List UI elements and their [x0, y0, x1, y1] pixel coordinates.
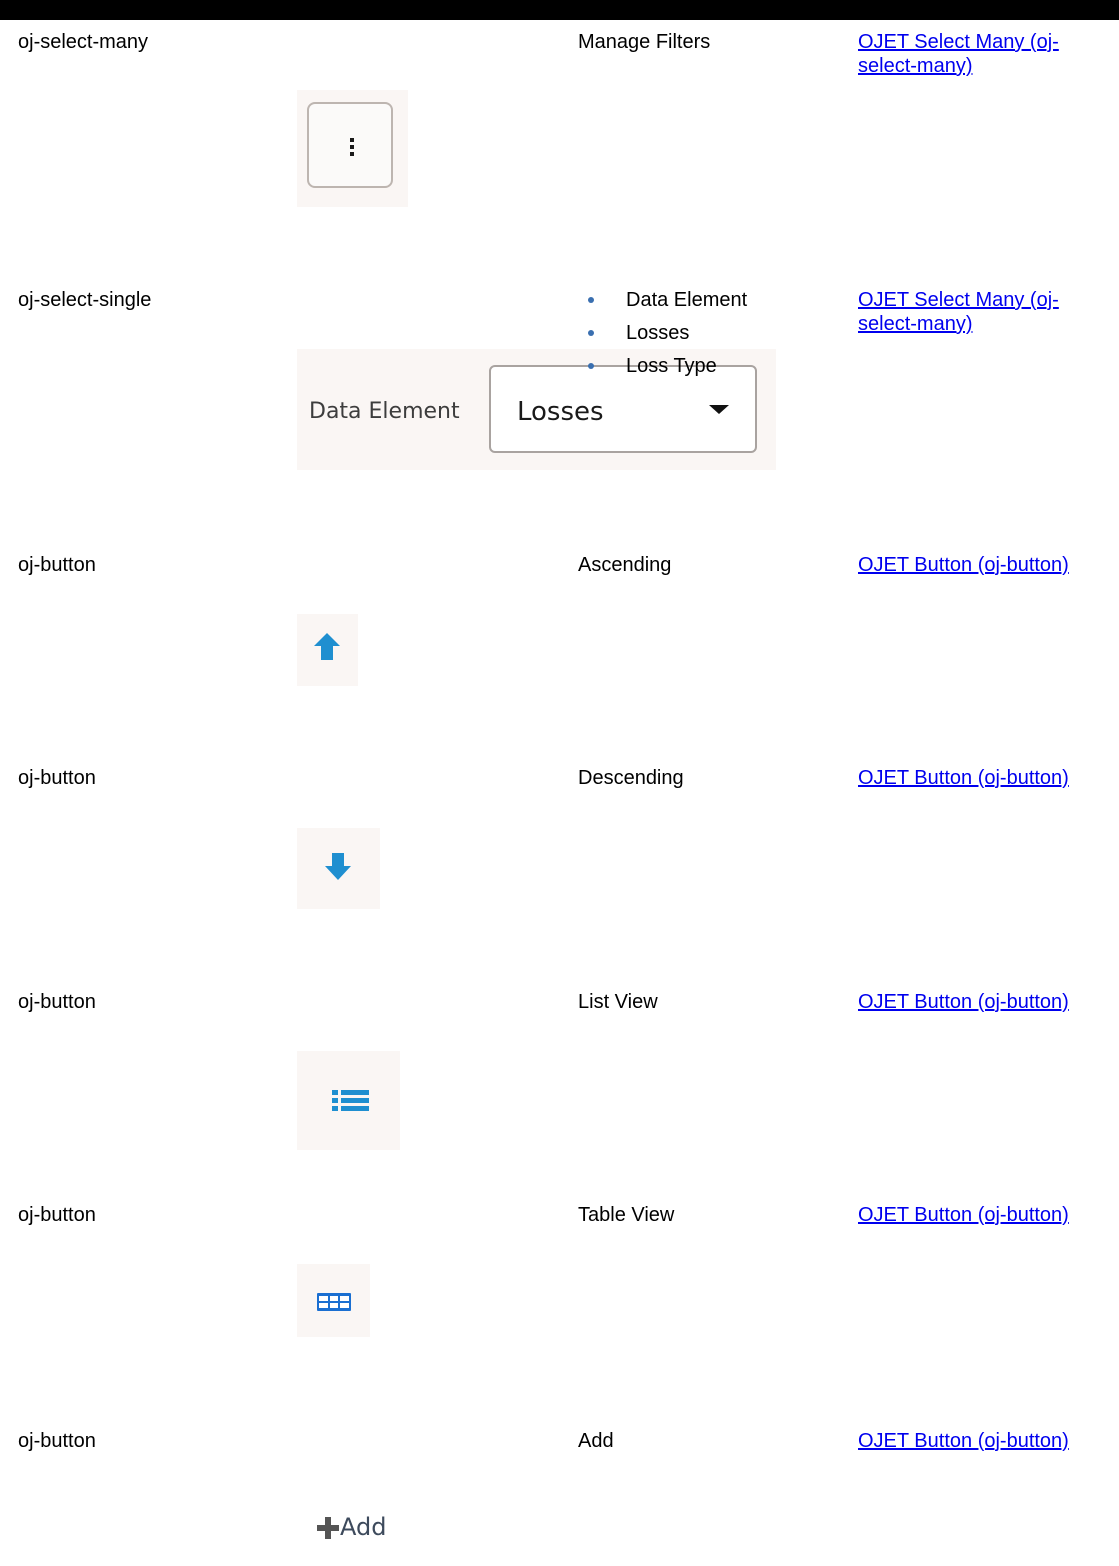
top-rule [0, 0, 1119, 20]
doc-link[interactable]: OJET Button (oj-button) [858, 1203, 1069, 1227]
doc-link-line: select-many) [858, 55, 973, 77]
component-name: oj-button [18, 767, 96, 789]
caret-down-icon [709, 405, 729, 414]
select-label: Data Element [309, 399, 460, 424]
list-view-button[interactable] [297, 1051, 400, 1150]
add-button[interactable]: Add [300, 1505, 400, 1560]
doc-link-line: select-many) [858, 313, 973, 335]
table-view-button[interactable] [297, 1264, 370, 1337]
plus-icon [317, 1517, 339, 1539]
component-name: oj-button [18, 991, 96, 1013]
table-grid-icon [317, 1293, 351, 1311]
description: Manage Filters [578, 31, 711, 53]
arrow-down-icon [325, 853, 351, 880]
component-name: oj-select-single [18, 289, 152, 311]
doc-link[interactable]: OJET Button (oj-button) [858, 1429, 1069, 1453]
select-value: Losses [517, 397, 604, 427]
bullet-icon [588, 363, 594, 369]
list-item: Losses [578, 321, 747, 354]
doc-link[interactable]: OJET Select Many (oj- select-many) [858, 30, 1059, 78]
bullet-icon [588, 330, 594, 336]
add-button-label: Add [340, 1513, 387, 1541]
list-icon [332, 1090, 369, 1111]
doc-link-line: OJET Select Many (oj- [858, 31, 1059, 53]
description: Table View [578, 1204, 675, 1226]
list-item: Data Element [578, 288, 747, 321]
doc-link[interactable]: OJET Button (oj-button) [858, 990, 1069, 1014]
description: List View [578, 991, 658, 1013]
description-list: Data Element Losses Loss Type [578, 288, 747, 387]
description: Descending [578, 767, 684, 789]
description: Add [578, 1430, 614, 1452]
manage-filters-button[interactable] [307, 102, 393, 188]
list-item: Loss Type [578, 354, 747, 387]
component-name: oj-button [18, 554, 96, 576]
screenshot-manage-filters [297, 90, 408, 207]
doc-link[interactable]: OJET Select Many (oj- select-many) [858, 288, 1059, 336]
component-name: oj-button [18, 1430, 96, 1452]
component-name: oj-button [18, 1204, 96, 1226]
component-name: oj-select-many [18, 31, 149, 53]
bullet-icon [588, 297, 594, 303]
descending-button[interactable] [297, 828, 380, 909]
kebab-icon [350, 138, 354, 156]
description: Ascending [578, 554, 672, 576]
ascending-button[interactable] [297, 614, 358, 686]
doc-link[interactable]: OJET Button (oj-button) [858, 553, 1069, 577]
arrow-up-icon [314, 633, 340, 660]
doc-link-line: OJET Select Many (oj- [858, 289, 1059, 311]
doc-link[interactable]: OJET Button (oj-button) [858, 766, 1069, 790]
